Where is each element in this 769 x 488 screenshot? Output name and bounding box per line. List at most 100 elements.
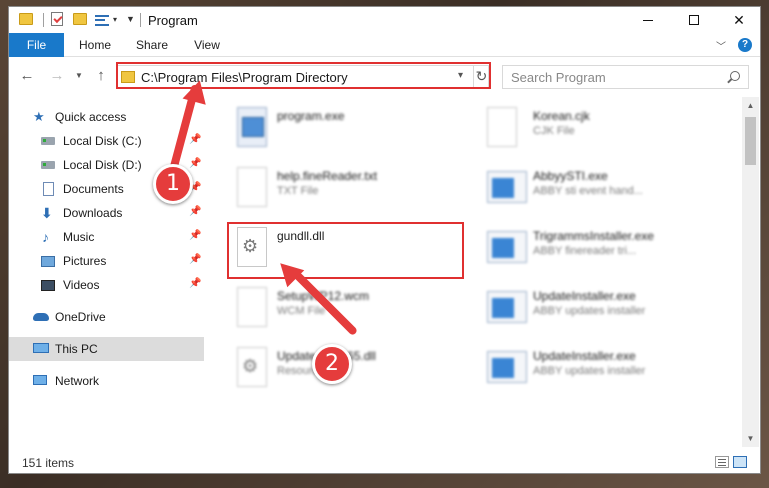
folder-icon xyxy=(19,13,33,25)
file-type: ABBY sti event hand... xyxy=(533,185,643,197)
network-icon xyxy=(33,375,47,385)
maximize-icon xyxy=(689,15,699,25)
file-type: WCM File xyxy=(277,305,326,317)
close-button[interactable]: ✕ xyxy=(716,7,762,33)
sidebar-item-onedrive[interactable]: OneDrive xyxy=(9,305,204,329)
file-item[interactable]: AbbyySTI.exe ABBY sti event hand... xyxy=(479,161,729,217)
file-name: Korean.cjk xyxy=(533,109,590,123)
star-icon: ★ xyxy=(33,109,45,124)
scroll-up-icon[interactable]: ▲ xyxy=(742,97,759,114)
properties-check-icon[interactable] xyxy=(51,12,63,26)
sidebar-item-label: Downloads xyxy=(63,206,123,220)
pin-icon[interactable]: 📌 xyxy=(189,254,201,265)
back-button[interactable]: ← xyxy=(17,66,37,86)
pin-icon[interactable]: 📌 xyxy=(189,206,201,217)
sidebar-item-label: Documents xyxy=(63,182,124,196)
maximize-button[interactable] xyxy=(671,7,717,33)
step-1-badge: 1 xyxy=(153,164,193,204)
file-type: ABBY finereader tri... xyxy=(533,245,637,257)
tab-share[interactable]: Share xyxy=(127,33,177,57)
file-item[interactable]: help.fineReader.txt TXT File xyxy=(229,161,479,217)
quick-access-toolbar-chevron-icon[interactable]: ▼ xyxy=(126,14,135,24)
expand-ribbon-chevron-icon[interactable]: ﹀ xyxy=(716,38,726,53)
forward-button[interactable]: → xyxy=(47,66,67,86)
vertical-scrollbar[interactable]: ▲ ▼ xyxy=(742,97,759,447)
large-icons-view-icon[interactable] xyxy=(733,456,747,468)
recent-locations-button[interactable]: ▼ xyxy=(69,66,89,86)
file-type: ABBY updates installer xyxy=(533,365,646,377)
item-count: 151 items xyxy=(22,456,75,470)
sidebar-item-quick-access[interactable]: ★ Quick access xyxy=(9,105,204,129)
executable-icon xyxy=(487,291,527,323)
pin-icon[interactable]: 📌 xyxy=(189,158,201,169)
file-item[interactable]: TrigrammsInstaller.exe ABBY finereader t… xyxy=(479,221,729,277)
file-type: ABBY updates installer xyxy=(533,305,646,317)
new-folder-icon[interactable] xyxy=(73,13,87,25)
sidebar-item-label: Quick access xyxy=(55,110,127,124)
sidebar-item-pictures[interactable]: Pictures 📌 xyxy=(9,249,204,273)
sidebar-item-label: Network xyxy=(55,374,100,388)
cloud-icon xyxy=(33,313,49,321)
help-icon[interactable]: ? xyxy=(738,38,752,52)
file-item[interactable]: UpdateInstaller.exe ABBY updates install… xyxy=(479,341,729,397)
pin-icon[interactable]: 📌 xyxy=(189,134,201,145)
tab-home[interactable]: Home xyxy=(69,33,121,57)
arrow-right-icon: → xyxy=(49,67,65,84)
up-button[interactable]: ↑ xyxy=(91,66,111,86)
sidebar-item-label: This PC xyxy=(55,342,98,356)
file-name: UpdateInstaller.exe xyxy=(533,349,636,363)
file-name: program.exe xyxy=(277,109,345,123)
status-bar: 151 items xyxy=(9,451,760,473)
step-2-badge: 2 xyxy=(312,344,352,384)
tab-file[interactable]: File xyxy=(9,33,64,57)
download-icon: ⬇ xyxy=(41,205,53,221)
arrow-left-icon: ← xyxy=(19,67,35,84)
details-view-icon[interactable] xyxy=(715,456,729,468)
sidebar-item-this-pc[interactable]: This PC xyxy=(9,337,204,361)
file-type: CJK File xyxy=(533,125,575,137)
picture-icon xyxy=(41,256,55,267)
minimize-button[interactable] xyxy=(625,7,671,33)
file-name: AbbyySTI.exe xyxy=(533,169,608,183)
dll-gear-icon xyxy=(237,347,267,387)
ribbon-tabs: File Home Share View ﹀ ? xyxy=(9,33,760,57)
quick-access-divider xyxy=(43,13,44,27)
search-input[interactable]: Search Program xyxy=(502,65,749,89)
application-icon xyxy=(237,107,267,147)
pin-icon[interactable]: 📌 xyxy=(189,278,201,289)
file-item[interactable]: Korean.cjk CJK File xyxy=(479,101,729,157)
customize-dropdown-icon[interactable]: ▾ xyxy=(113,15,117,24)
file-name: help.fineReader.txt xyxy=(277,169,378,183)
sidebar-item-label: OneDrive xyxy=(55,310,106,324)
minimize-icon xyxy=(643,19,653,21)
file-item[interactable]: UpdateInstaller.exe ABBY updates install… xyxy=(479,281,729,337)
close-icon: ✕ xyxy=(733,11,745,28)
file-name: UpdateInstaller.exe xyxy=(533,289,636,303)
pin-icon[interactable]: 📌 xyxy=(189,230,201,241)
executable-icon xyxy=(487,231,527,263)
search-icon[interactable] xyxy=(730,71,740,81)
file-item[interactable]: UpdateAgent65.dll Resources xyxy=(229,341,479,397)
properties-icon[interactable] xyxy=(95,15,109,26)
scroll-down-icon[interactable]: ▼ xyxy=(742,430,759,447)
sidebar-item-videos[interactable]: Videos 📌 xyxy=(9,273,204,297)
file-type: TXT File xyxy=(277,185,319,197)
title-bar: ▾ ▼ Program ✕ xyxy=(9,7,760,33)
sidebar-item-downloads[interactable]: ⬇ Downloads 📌 xyxy=(9,201,204,225)
sidebar-item-label: Videos xyxy=(63,278,100,292)
scrollbar-thumb[interactable] xyxy=(745,117,756,165)
music-icon: ♪ xyxy=(42,229,49,245)
title-divider xyxy=(140,13,141,27)
arrow-up-icon: ↑ xyxy=(97,67,105,84)
document-icon xyxy=(43,182,54,196)
tab-view[interactable]: View xyxy=(183,33,231,57)
file-icon xyxy=(487,107,517,147)
file-icon xyxy=(237,287,267,327)
computer-icon xyxy=(33,343,49,353)
address-bar-highlight xyxy=(116,62,491,89)
file-item[interactable]: program.exe xyxy=(229,101,479,157)
sidebar-item-label: Music xyxy=(63,230,95,244)
sidebar-item-network[interactable]: Network xyxy=(9,369,204,393)
sidebar-item-music[interactable]: ♪ Music 📌 xyxy=(9,225,204,249)
file-name: TrigrammsInstaller.exe xyxy=(533,229,654,243)
